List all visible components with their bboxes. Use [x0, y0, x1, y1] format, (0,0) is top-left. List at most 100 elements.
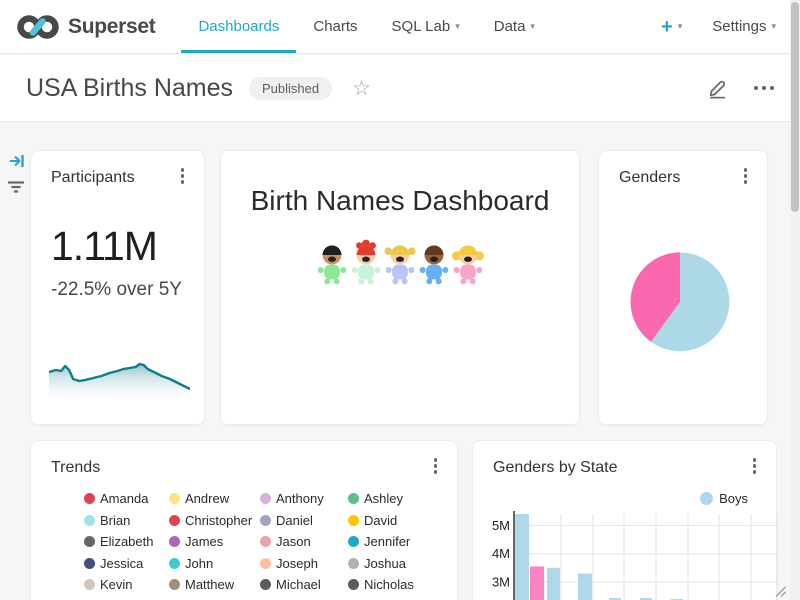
- plus-icon: +: [661, 17, 673, 37]
- card-title: Genders by State: [493, 459, 618, 477]
- legend-item-brian[interactable]: Brian: [84, 513, 169, 528]
- settings-label: Settings: [712, 18, 766, 35]
- chevron-down-icon: ▾: [678, 22, 683, 31]
- svg-text:5M: 5M: [492, 518, 510, 533]
- expand-filter-bar-icon[interactable]: [9, 153, 25, 169]
- legend-item-james[interactable]: James: [169, 534, 260, 549]
- nav-item-charts[interactable]: Charts: [296, 0, 374, 53]
- legend-item-matthew[interactable]: Matthew: [169, 577, 260, 592]
- legend-label: Joshua: [364, 556, 406, 571]
- published-badge[interactable]: Published: [249, 77, 332, 100]
- legend-item-jessica[interactable]: Jessica: [84, 556, 169, 571]
- legend-item-andrew[interactable]: Andrew: [169, 491, 260, 506]
- favorite-star-icon[interactable]: ☆: [352, 78, 371, 99]
- kebab-menu-icon[interactable]: [753, 458, 757, 474]
- legend-dot: [169, 558, 180, 569]
- edit-icon[interactable]: [707, 77, 728, 99]
- legend-item-nicholas[interactable]: Nicholas: [348, 577, 434, 592]
- scrollbar-track[interactable]: [790, 0, 800, 600]
- legend-label: Anthony: [276, 491, 324, 506]
- legend-label: Jason: [276, 534, 311, 549]
- more-options-icon[interactable]: [754, 86, 774, 90]
- legend-label: John: [185, 556, 213, 571]
- legend-dot: [84, 558, 95, 569]
- big-number-subheader: -22.5% over 5Y: [51, 279, 182, 301]
- legend-item-jason[interactable]: Jason: [260, 534, 348, 549]
- nav-right: + ▾ Settings ▾: [661, 0, 776, 53]
- kebab-menu-icon[interactable]: [181, 168, 185, 184]
- nav-item-label: Charts: [313, 18, 357, 35]
- nav-item-dashboards[interactable]: Dashboards: [181, 0, 296, 53]
- legend-item-joshua[interactable]: Joshua: [348, 556, 434, 571]
- superset-infinity-icon: [16, 12, 60, 42]
- baby-figure-4: [417, 239, 451, 286]
- legend-item-joseph[interactable]: Joseph: [260, 556, 348, 571]
- card-title: Trends: [51, 459, 100, 477]
- legend-dot: [84, 579, 95, 590]
- legend-item-john[interactable]: John: [169, 556, 260, 571]
- legend-dot: [169, 493, 180, 504]
- legend-label: Jessica: [100, 556, 143, 571]
- top-nav: Superset DashboardsChartsSQL Lab▾Data▾ +…: [0, 0, 800, 54]
- nav-item-data[interactable]: Data▾: [477, 0, 552, 53]
- legend-item-daniel[interactable]: Daniel: [260, 513, 348, 528]
- legend-label: James: [185, 534, 223, 549]
- legend-dot: [348, 536, 359, 547]
- legend-item-amanda[interactable]: Amanda: [84, 491, 169, 506]
- legend-dot: [348, 558, 359, 569]
- chevron-down-icon: ▾: [455, 22, 460, 31]
- legend-label: Andrew: [185, 491, 229, 506]
- card-genders: Genders: [598, 150, 768, 425]
- kebab-menu-icon[interactable]: [434, 458, 438, 474]
- resize-handle[interactable]: [773, 584, 786, 597]
- scrollbar-thumb[interactable]: [791, 2, 799, 212]
- legend-dot: [169, 579, 180, 590]
- bar-boys: [515, 514, 529, 600]
- chevron-down-icon: ▾: [771, 22, 776, 31]
- card-markdown-header: Birth Names Dashboard: [220, 150, 580, 425]
- legend-item-jennifer[interactable]: Jennifer: [348, 534, 434, 549]
- legend-item-michael[interactable]: Michael: [260, 577, 348, 592]
- sparkline-svg: [49, 346, 190, 402]
- legend-dot: [260, 579, 271, 590]
- superset-logo[interactable]: Superset: [16, 0, 155, 53]
- legend-dot: [169, 536, 180, 547]
- legend-dot: [348, 579, 359, 590]
- legend-item-christopher[interactable]: Christopher: [169, 513, 260, 528]
- chevron-down-icon: ▾: [530, 22, 535, 31]
- legend-label: Brian: [100, 513, 130, 528]
- legend-label: Kevin: [100, 577, 133, 592]
- legend-dot: [348, 493, 359, 504]
- filter-sort-icon[interactable]: [7, 180, 25, 194]
- legend-item-ashley[interactable]: Ashley: [348, 491, 434, 506]
- nav-item-sql-lab[interactable]: SQL Lab ▾: [375, 0, 477, 53]
- baby-figure-5: [451, 239, 485, 286]
- trends-legend: Amanda Andrew Anthony Ashley Brian Christophe…: [84, 491, 441, 600]
- settings-menu[interactable]: Settings ▾: [712, 18, 776, 35]
- genders-by-state-chart: 5M4M3M: [473, 489, 778, 600]
- legend-label: Joseph: [276, 556, 318, 571]
- legend-label: Daniel: [276, 513, 313, 528]
- pie-svg: [599, 151, 767, 424]
- nav-item-label: SQL Lab: [392, 18, 451, 35]
- legend-dot: [84, 493, 95, 504]
- bar-boys: [578, 574, 592, 600]
- legend-dot: [260, 558, 271, 569]
- legend-item-david[interactable]: David: [348, 513, 434, 528]
- legend-item-kevin[interactable]: Kevin: [84, 577, 169, 592]
- legend-item-elizabeth[interactable]: Elizabeth: [84, 534, 169, 549]
- participants-sparkline: [49, 346, 190, 402]
- legend-label: David: [364, 513, 397, 528]
- bar-boys: [547, 568, 560, 600]
- legend-label: Ashley: [364, 491, 403, 506]
- legend-item-anthony[interactable]: Anthony: [260, 491, 348, 506]
- legend-label: Jennifer: [364, 534, 410, 549]
- svg-text:3M: 3M: [492, 575, 510, 590]
- legend-dot: [84, 515, 95, 526]
- legend-dot: [260, 493, 271, 504]
- new-button[interactable]: + ▾: [661, 17, 682, 37]
- bar-chart-svg: 5M4M3M: [473, 489, 778, 600]
- baby-figure-2: [349, 239, 383, 286]
- legend-dot: [260, 536, 271, 547]
- title-actions: [707, 77, 774, 99]
